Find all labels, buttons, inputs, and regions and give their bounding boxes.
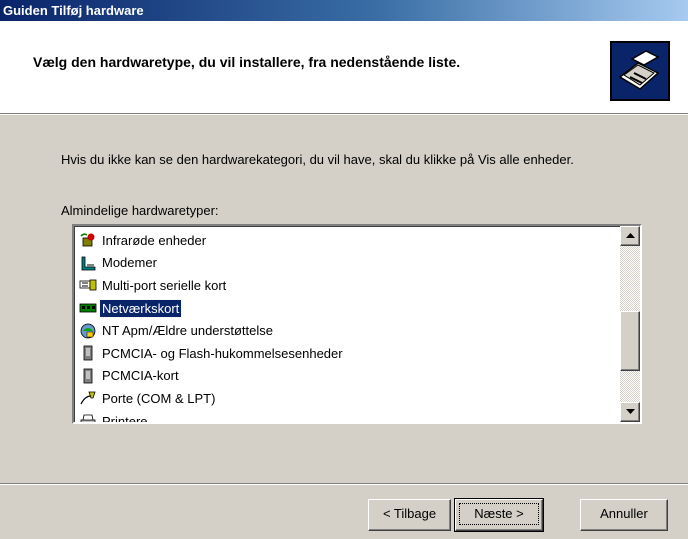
footer-divider xyxy=(0,483,688,485)
apm-icon xyxy=(79,323,97,339)
list-item-label: PCMCIA- og Flash-hukommelsesenheder xyxy=(102,345,343,361)
window-title: Guiden Tilføj hardware xyxy=(3,3,144,18)
infrared-icon xyxy=(79,232,97,248)
list-item-ports[interactable]: Porte (COM & LPT) xyxy=(74,387,604,410)
next-button-label: Næste > xyxy=(474,506,524,521)
arrow-down-icon xyxy=(626,409,635,414)
arrow-up-icon xyxy=(626,233,635,238)
scrollbar-thumb[interactable] xyxy=(620,311,640,371)
next-button-focus: Næste > xyxy=(459,503,539,525)
list-item-nt-apm[interactable]: NT Apm/Ældre understøttelse xyxy=(74,319,604,342)
hardware-wizard-icon xyxy=(610,41,670,101)
back-button-label: < Tilbage xyxy=(382,506,437,521)
list-item-network-cards[interactable]: Netværkskort xyxy=(74,297,604,320)
pcmcia-icon xyxy=(79,368,97,384)
header-title: Vælg den hardwaretype, du vil installere… xyxy=(33,54,461,70)
list-item-modems[interactable]: Modemer xyxy=(74,252,604,275)
wizard-header: Vælg den hardwaretype, du vil installere… xyxy=(0,21,688,114)
next-button[interactable]: Næste > xyxy=(454,498,544,532)
list-item-pcmcia-flash[interactable]: PCMCIA- og Flash-hukommelsesenheder xyxy=(74,342,604,365)
list-item-label: Modemer xyxy=(102,255,157,271)
list-item-label: Porte (COM & LPT) xyxy=(102,390,216,406)
list-item-label: Netværkskort xyxy=(98,298,183,318)
list-item-label: NT Apm/Ældre understøttelse xyxy=(102,323,273,339)
list-item-pcmcia-cards[interactable]: PCMCIA-kort xyxy=(74,365,604,388)
scroll-down-button[interactable] xyxy=(620,402,640,422)
list-item-label: Multi-port serielle kort xyxy=(102,277,227,293)
modem-icon xyxy=(79,255,97,271)
scroll-up-button[interactable] xyxy=(620,226,640,246)
hardware-type-list[interactable]: Infrarøde enheder Modemer Multi-port ser… xyxy=(72,224,642,424)
port-icon xyxy=(79,390,97,406)
list-label: Almindelige hardwaretyper: xyxy=(61,203,219,218)
cancel-button-label: Annuller xyxy=(600,506,648,521)
vertical-scrollbar[interactable] xyxy=(620,226,640,422)
multiport-serial-icon xyxy=(79,277,97,293)
list-item-label: PCMCIA-kort xyxy=(102,368,179,384)
network-card-icon xyxy=(79,300,97,316)
info-text: Hvis du ikke kan se den hardwarekategori… xyxy=(61,152,574,167)
back-button[interactable]: < Tilbage xyxy=(368,499,451,531)
list-item-label: Infrarøde enheder xyxy=(102,232,207,248)
list-items: Infrarøde enheder Modemer Multi-port ser… xyxy=(74,229,604,424)
header-divider xyxy=(0,114,688,115)
cancel-button[interactable]: Annuller xyxy=(580,499,668,531)
list-item-printers[interactable]: Printere xyxy=(74,410,604,424)
list-item-label: Printere xyxy=(102,413,148,424)
title-bar: Guiden Tilføj hardware xyxy=(0,0,688,21)
pcmcia-icon xyxy=(79,345,97,361)
printer-icon xyxy=(79,413,97,422)
list-item-multiport-serial[interactable]: Multi-port serielle kort xyxy=(74,274,604,297)
list-item-infrared[interactable]: Infrarøde enheder xyxy=(74,229,604,252)
